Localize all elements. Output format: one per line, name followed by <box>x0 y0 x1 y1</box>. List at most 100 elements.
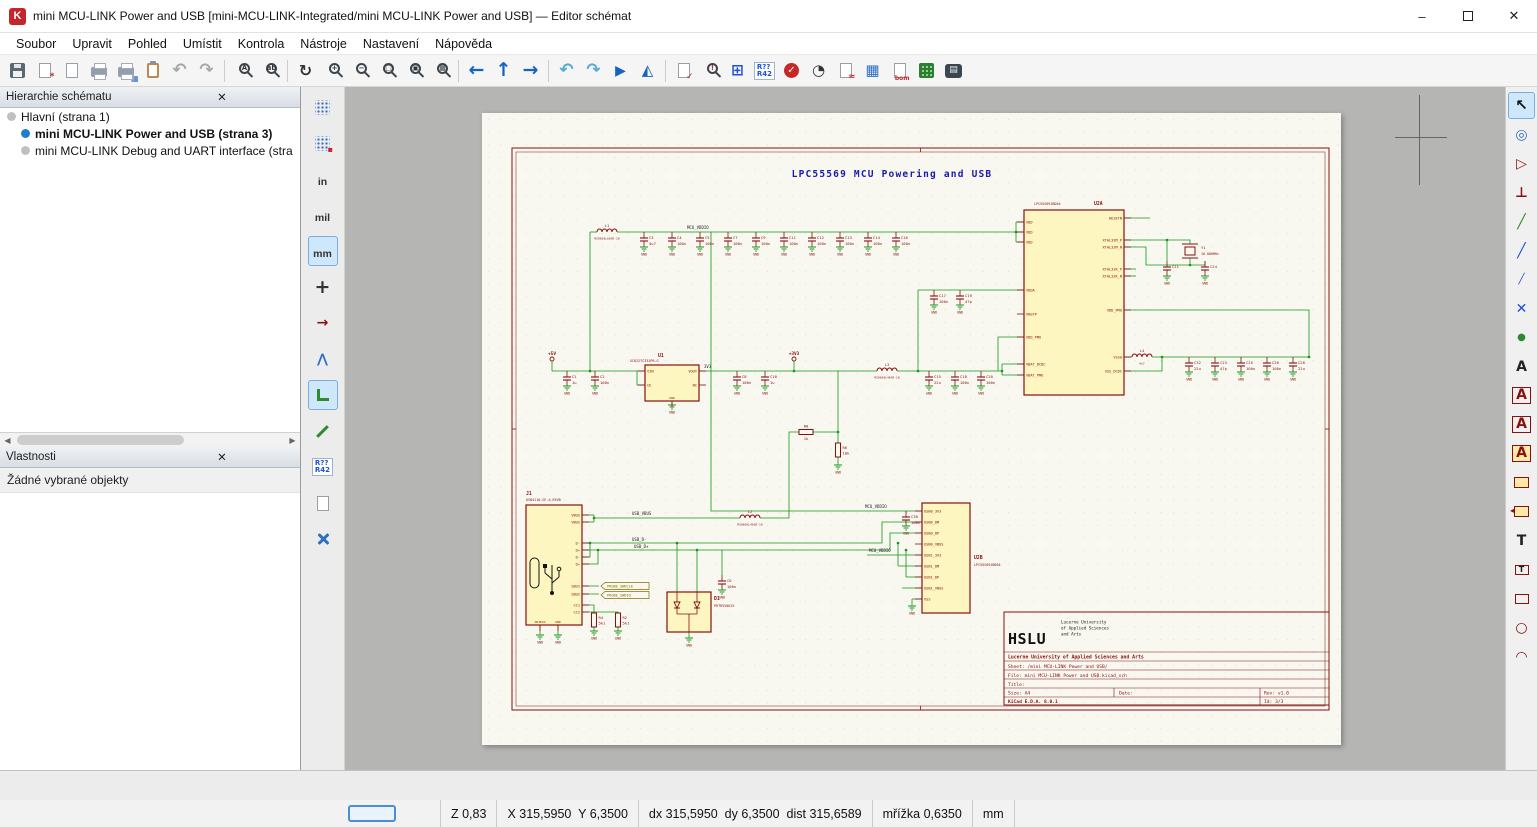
scroll-right-icon[interactable]: ▶ <box>285 433 300 447</box>
hierarchy-hscrollbar[interactable]: ◀ ▶ <box>0 432 300 447</box>
grid-visibility-button[interactable] <box>308 92 338 122</box>
scripting-console-button[interactable]: ▤ <box>940 57 967 84</box>
schematic-canvas[interactable]: LPC55569 MCU Powering and USBGNDC34u7GND… <box>345 87 1505 770</box>
refresh-button[interactable]: ↻ <box>292 57 319 84</box>
bom-button[interactable]: bom <box>886 57 913 84</box>
global-label-button[interactable]: A <box>1508 411 1535 438</box>
hierarchy-item[interactable]: mini MCU-LINK Power and USB (strana 3) <box>0 125 300 142</box>
select-tool-button[interactable]: ↖ <box>1508 92 1535 119</box>
selection-filter-indicator[interactable] <box>348 805 396 822</box>
navigate-back-button[interactable]: ← <box>463 57 490 84</box>
place-symbol-button[interactable]: ▷ <box>1508 150 1535 177</box>
draw-circle-button[interactable]: ○ <box>1508 614 1535 641</box>
grid-overrides-button[interactable]: ▪ <box>308 128 338 158</box>
menu-kontrola[interactable]: Kontrola <box>230 35 293 53</box>
svg-text:USB1_3V3: USB1_3V3 <box>924 553 941 557</box>
redo-button[interactable]: ↷ <box>193 57 220 84</box>
plot-button[interactable]: ▦ <box>112 57 139 84</box>
bus-entry-button[interactable]: ╱ <box>1508 266 1535 293</box>
annotate-automatically-button[interactable]: R?? R42 <box>308 452 338 482</box>
undo-button[interactable]: ↶ <box>166 57 193 84</box>
save-button[interactable] <box>4 57 31 84</box>
scrollbar-thumb[interactable] <box>17 435 184 445</box>
place-text-button[interactable]: T <box>1508 527 1535 554</box>
ohmmeter-button[interactable]: ◔ <box>805 57 832 84</box>
leave-sheet-button[interactable]: ↶ <box>553 57 580 84</box>
show-directive-labels-button[interactable]: ⋀ <box>308 344 338 374</box>
svg-text:VDD: VDD <box>1026 220 1033 224</box>
zoom-to-objects-button[interactable]: ▣ <box>400 57 427 84</box>
crosshair-cursor-button[interactable]: + <box>308 272 338 302</box>
junction-button[interactable]: ● <box>1508 324 1535 351</box>
no-connect-flag-button[interactable]: ✕ <box>1508 295 1535 322</box>
svg-text:XTAL32K_P: XTAL32K_P <box>1103 267 1122 271</box>
net-label-button[interactable]: A <box>1508 353 1535 380</box>
maximize-button[interactable] <box>1445 0 1491 32</box>
free-angle-wire-mode-button[interactable] <box>308 416 338 446</box>
simulator-button[interactable]: ≈ <box>832 57 859 84</box>
annotate-button[interactable]: R?? R42 <box>751 57 778 84</box>
hierarchy-navigator-button[interactable]: ◭ <box>634 57 661 84</box>
hierarchy-close-icon[interactable]: ✕ <box>150 90 294 104</box>
erc-matrix-button[interactable]: ⊞ <box>724 57 751 84</box>
net-inspector-button[interactable]: ! <box>697 57 724 84</box>
schematic-drawing[interactable]: LPC55569 MCU Powering and USBGNDC34u7GND… <box>482 113 1341 745</box>
navigate-up-button[interactable]: ↑ <box>490 57 517 84</box>
menu-upravit[interactable]: Upravit <box>64 35 120 53</box>
next-sheet-button[interactable]: ▶ <box>607 57 634 84</box>
find-button[interactable]: A <box>229 57 256 84</box>
schematic-sheet[interactable]: LPC55569 MCU Powering and USBGNDC34u7GND… <box>482 113 1341 745</box>
schematic-setup-button[interactable]: * <box>31 57 58 84</box>
svg-text:100n: 100n <box>817 241 826 246</box>
menu-nástroje[interactable]: Nástroje <box>292 35 355 53</box>
hierarchical-sheet-button[interactable] <box>1508 469 1535 496</box>
zoom-in-button[interactable]: + <box>319 57 346 84</box>
enter-sheet-button[interactable]: ↷ <box>580 57 607 84</box>
hv-wire-mode-button[interactable] <box>308 380 338 410</box>
place-power-port-button[interactable]: ⊥ <box>1508 179 1535 206</box>
erc-icon: ✓ <box>678 63 690 78</box>
svg-text:GND: GND <box>734 392 740 396</box>
minimize-button[interactable]: – <box>1399 0 1445 32</box>
hierarchy-item[interactable]: mini MCU-LINK Debug and UART interface (… <box>0 142 300 159</box>
menu-pohled[interactable]: Pohled <box>120 35 175 53</box>
zoom-to-selection-button[interactable]: ▦ <box>427 57 454 84</box>
units-mm-button[interactable]: mm <box>308 236 338 266</box>
hierarchy-item[interactable]: Hlavní (strana 1) <box>0 108 300 125</box>
units-mils-button[interactable]: mil <box>308 200 338 230</box>
draw-rectangle-button[interactable] <box>1508 585 1535 612</box>
symbol-checker-button[interactable]: ✓ <box>778 57 805 84</box>
symbol-fields-table-button[interactable]: ▦ <box>859 57 886 84</box>
scroll-left-icon[interactable]: ◀ <box>0 433 15 447</box>
draw-wire-button[interactable]: ╱ <box>1508 208 1535 235</box>
erc-button[interactable]: ✓ <box>670 57 697 84</box>
zoom-out-button[interactable]: − <box>346 57 373 84</box>
draw-bus-button[interactable]: ╱ <box>1508 237 1535 264</box>
close-button[interactable]: ✕ <box>1491 0 1537 32</box>
menu-nápověda[interactable]: Nápověda <box>427 35 500 53</box>
draw-arc-button[interactable]: ◠ <box>1508 643 1535 670</box>
print-button[interactable] <box>85 57 112 84</box>
menu-nastavení[interactable]: Nastavení <box>355 35 427 53</box>
highlight-net-button[interactable]: ◎ <box>1508 121 1535 148</box>
properties-tool-button[interactable] <box>308 524 338 554</box>
netclass-directive-button[interactable]: A <box>1508 382 1535 409</box>
show-hidden-pins-button[interactable]: → <box>308 308 338 338</box>
svg-text:NC: NC <box>693 383 697 387</box>
navigate-forward-button[interactable]: → <box>517 57 544 84</box>
units-inches-button[interactable]: in <box>308 164 338 194</box>
text-box-button[interactable]: T <box>1508 556 1535 583</box>
zoom-to-fit-button[interactable]: □ <box>373 57 400 84</box>
svg-text:MCU_VDDIO: MCU_VDDIO <box>865 504 887 509</box>
open-pcb-editor-button[interactable] <box>913 57 940 84</box>
paste-button[interactable] <box>139 57 166 84</box>
net-label-icon: A <box>1516 360 1527 374</box>
find-replace-button[interactable]: ab <box>256 57 283 84</box>
properties-close-icon[interactable]: ✕ <box>150 450 294 464</box>
page-settings-button[interactable] <box>58 57 85 84</box>
menu-soubor[interactable]: Soubor <box>8 35 64 53</box>
menu-umístit[interactable]: Umístit <box>175 35 230 53</box>
hierarchical-label-button[interactable]: A <box>1508 440 1535 467</box>
show-hidden-fields-button[interactable] <box>308 488 338 518</box>
sheet-pin-button[interactable]: ◂ <box>1508 498 1535 525</box>
